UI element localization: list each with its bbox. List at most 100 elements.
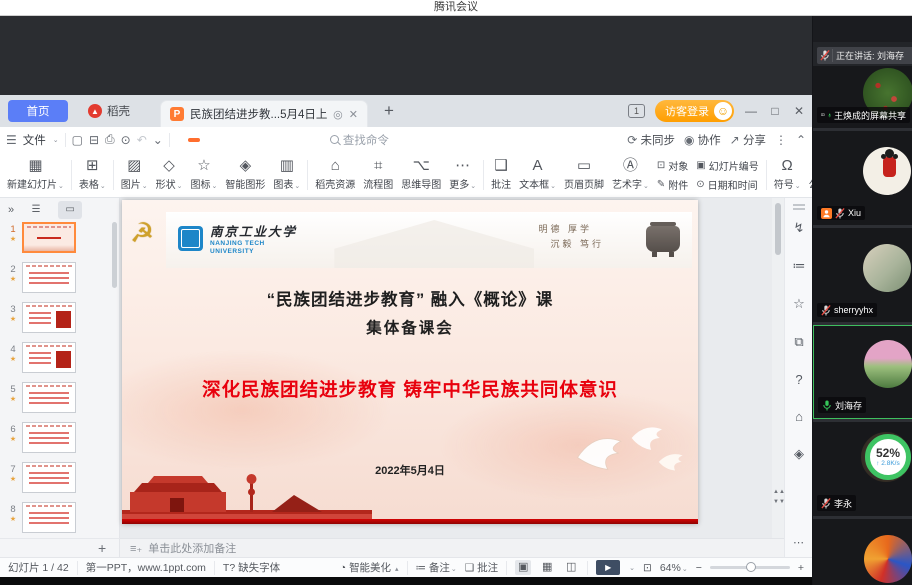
slide-preview[interactable] xyxy=(22,422,76,453)
slide-thumbnail[interactable]: 8 ★ xyxy=(0,502,119,538)
icons-button[interactable]: ☆ 图标⌄ xyxy=(187,158,222,191)
new-tab-button[interactable]: + xyxy=(384,101,394,121)
slide-sorter-view-icon[interactable]: ▦ xyxy=(539,560,555,575)
slide-thumbnail[interactable]: 1 ★ xyxy=(0,222,119,262)
video-tile-liuhaicun[interactable]: 刘海存 xyxy=(813,325,912,419)
tab-close-icon[interactable]: ✕ xyxy=(349,108,358,121)
table-button[interactable]: ⊞ 表格⌄ xyxy=(75,158,110,191)
slide-nav-arrows[interactable]: ▲▲ ▼▼ xyxy=(773,488,785,507)
menu-item[interactable] xyxy=(284,138,296,142)
thumbnail-scrollbar[interactable] xyxy=(112,222,117,288)
close-button[interactable]: ✕ xyxy=(792,104,806,118)
menu-item[interactable] xyxy=(187,137,200,142)
object-button[interactable]: ⊡ 对象 xyxy=(657,158,688,173)
slide-number-button[interactable]: ▣ 幻灯片编号 xyxy=(696,158,758,173)
missing-font-warning[interactable]: T? 缺失字体 xyxy=(223,560,280,575)
menu-item[interactable] xyxy=(236,138,248,142)
wordart-button[interactable]: Ⓐ 艺术字⌄ xyxy=(608,158,653,191)
window-count-badge[interactable]: 1 xyxy=(628,104,645,118)
preview-icon[interactable]: ⊙ xyxy=(121,133,131,147)
current-slide[interactable]: ☭ 南京工业大学 NANJING TECH UNIVERSITY 明德 厚学 沉毅… xyxy=(122,200,698,524)
header-footer-button[interactable]: ▭ 页眉页脚 xyxy=(560,158,608,191)
comment-button[interactable]: ❑ 批注 xyxy=(487,158,515,191)
maximize-button[interactable]: □ xyxy=(768,104,782,118)
menu-item[interactable] xyxy=(260,138,272,142)
smart-graphics-button[interactable]: ◈ 智能图形 xyxy=(221,158,269,191)
document-tab[interactable]: P 民族团结进步教...5月4日上午) ◎ ✕ xyxy=(160,100,368,127)
collapse-panel-icon[interactable]: » xyxy=(8,204,14,216)
zoom-out-button[interactable]: − xyxy=(696,562,702,574)
undo-icon[interactable]: ↶ xyxy=(137,133,147,147)
symbol-button[interactable]: Ω 符号⌄ xyxy=(770,158,805,191)
fit-to-window-icon[interactable]: ⊡ xyxy=(643,562,652,574)
slide-preview[interactable] xyxy=(22,222,76,253)
more-tools-button[interactable]: ⋯ 更多⌄ xyxy=(445,158,480,191)
hamburger-icon[interactable]: ☰ xyxy=(6,133,17,147)
print-icon[interactable]: ⎙ xyxy=(105,132,115,147)
reading-view-icon[interactable]: ◫ xyxy=(563,560,579,575)
picture-button[interactable]: ▨ 图片⌄ xyxy=(117,158,152,191)
slide-red-headline[interactable]: 深化民族团结进步教育 铸牢中华民族共同体意识 xyxy=(122,376,698,402)
file-menu[interactable]: 文件 xyxy=(23,132,46,148)
new-file-icon[interactable]: ▢ xyxy=(72,133,83,147)
search-command[interactable]: 查找命令 xyxy=(329,132,389,148)
slide-preview[interactable] xyxy=(22,462,76,493)
layers-icon[interactable]: ⧉ xyxy=(785,334,813,350)
zoom-level[interactable]: 64%⌄ xyxy=(660,562,688,574)
video-tile-xiu[interactable]: Xiu xyxy=(813,131,912,225)
more-actions-caret-icon[interactable]: ⌄ xyxy=(153,133,163,147)
scrollbar-thumb[interactable] xyxy=(775,203,781,255)
docer-tab[interactable]: ▲ 稻壳 xyxy=(68,103,160,119)
slide-preview[interactable] xyxy=(22,302,76,333)
zoom-in-button[interactable]: + xyxy=(798,562,804,574)
minimize-button[interactable]: — xyxy=(744,104,758,118)
text-box-button[interactable]: A 文本框⌄ xyxy=(515,158,560,191)
more-menu-icon[interactable]: ⋮ xyxy=(775,133,787,147)
tab-follow-icon[interactable]: ◎ xyxy=(333,108,343,121)
collaborate-button[interactable]: ◉ 协作 xyxy=(684,132,721,148)
canvas-scrollbar[interactable]: ▲▲ ▼▼ xyxy=(772,198,785,538)
outline-view-icon[interactable]: ☰ xyxy=(24,201,48,219)
attachment-button[interactable]: ✎ 附件 xyxy=(657,177,688,192)
menu-item[interactable] xyxy=(248,138,260,142)
shapes-button[interactable]: ◇ 形状⌄ xyxy=(152,158,187,191)
docer-resources-button[interactable]: ⌂ 稻壳资源 xyxy=(311,158,359,191)
quick-tools-icon[interactable]: ◈ xyxy=(785,446,813,462)
slide-preview[interactable] xyxy=(22,342,76,373)
effects-star-icon[interactable]: ☆ xyxy=(785,296,813,312)
menu-item[interactable] xyxy=(200,138,212,142)
notes-toggle-button[interactable]: ≔ 备注⌄ xyxy=(416,560,457,575)
ai-beautify-rocket-icon[interactable]: ↯ xyxy=(785,220,813,236)
guest-login-button[interactable]: 访客登录 ☺ xyxy=(655,100,734,122)
chart-button[interactable]: ▥ 图表⌄ xyxy=(269,158,304,191)
menu-item[interactable] xyxy=(212,138,224,142)
video-tile-wanghuancheng[interactable]: 王焕成的屏幕共享 xyxy=(813,66,912,128)
menu-item[interactable] xyxy=(296,138,308,142)
formula-button[interactable]: √x公式⌄ xyxy=(805,158,812,191)
normal-view-icon[interactable]: ▣ xyxy=(515,560,532,575)
mindmap-button[interactable]: ⌥ 思维导图 xyxy=(397,158,445,191)
menu-item[interactable] xyxy=(224,138,236,142)
help-icon[interactable]: ? xyxy=(785,372,813,387)
slide-thumbnail[interactable]: 6 ★ xyxy=(0,422,119,462)
share-button[interactable]: ↗ 分享 xyxy=(730,132,766,148)
video-tile-liyong[interactable]: 52% ↑ 2.8K/s 李永 xyxy=(813,422,912,516)
add-slide-button[interactable]: + xyxy=(98,540,106,556)
video-tile-bottom[interactable] xyxy=(813,519,912,585)
slide-preview[interactable] xyxy=(22,502,76,533)
play-slideshow-button[interactable]: ▶ xyxy=(596,560,621,575)
slide-thumbnail[interactable]: 5 ★ xyxy=(0,382,119,422)
slide-thumbnail[interactable]: 3 ★ xyxy=(0,302,119,342)
properties-sliders-icon[interactable]: ≔ xyxy=(785,258,813,274)
menu-item[interactable] xyxy=(308,138,320,142)
slide-preview[interactable] xyxy=(22,262,76,293)
video-tile-sherryyhx[interactable]: sherryyhx xyxy=(813,228,912,322)
slide-thumbnail[interactable]: 4 ★ xyxy=(0,342,119,382)
slide-thumbnail[interactable]: 7 ★ xyxy=(0,462,119,502)
play-options-caret-icon[interactable]: ⌄ xyxy=(629,564,635,572)
sync-status[interactable]: ⟳ 未同步 xyxy=(627,132,675,148)
notes-bar[interactable]: ≡₊ 单击此处添加备注 xyxy=(120,538,784,557)
new-slide-button[interactable]: ▦ 新建幻灯片⌄ xyxy=(3,158,68,191)
slide-preview[interactable] xyxy=(22,382,76,413)
flowchart-button[interactable]: ⌗ 流程图 xyxy=(359,158,397,191)
